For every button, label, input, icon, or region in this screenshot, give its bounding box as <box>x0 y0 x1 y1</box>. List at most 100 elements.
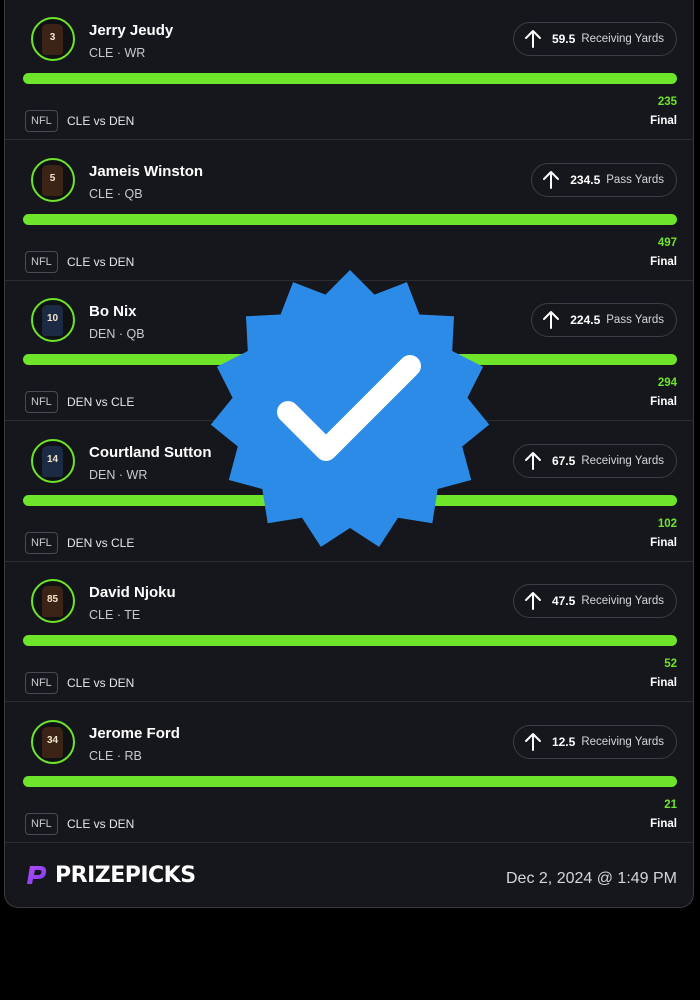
projection-line: 59.5 <box>551 32 576 46</box>
player-avatar: 34 <box>31 719 75 764</box>
projection-line: 47.5 <box>551 594 576 608</box>
player-team: CLE <box>89 608 114 622</box>
actual-stat-value: 102 <box>657 517 677 530</box>
game-matchup: CLE vs DEN <box>67 254 135 269</box>
player-avatar: 85 <box>31 579 75 623</box>
player-avatar: 3 <box>31 17 75 61</box>
league-badge: NFL <box>25 250 58 273</box>
player-avatar: 5 <box>31 157 75 202</box>
league-badge: NFL <box>25 110 58 132</box>
projection-pill[interactable]: 12.5 Receiving Yards <box>512 724 677 759</box>
verified-check-icon <box>210 270 490 547</box>
card-footer: PRIZEPICKS Dec 2, 2024 @ 1:49 PM <box>5 844 693 906</box>
separator: · <box>116 748 121 763</box>
game-matchup: CLE vs DEN <box>67 114 135 128</box>
game-status: Final <box>650 817 677 830</box>
player-position: QB <box>124 186 143 201</box>
game-matchup: DEN vs CLE <box>67 395 135 409</box>
player-position: QB <box>126 327 145 341</box>
separator: · <box>118 467 124 482</box>
pick-row[interactable]: 34 Jerome Ford CLE · RB 12.5 Receiving Y… <box>5 703 693 843</box>
prizepicks-logo: PRIZEPICKS <box>23 862 196 888</box>
player-position: WR <box>124 46 146 60</box>
arrow-up-icon <box>524 451 541 470</box>
jersey-number: 5 <box>49 172 56 184</box>
row-divider <box>5 841 693 843</box>
arrow-up-icon <box>524 592 541 610</box>
pick-row[interactable]: 3 Jerry Jeudy CLE · WR 59.5 Receiving Ya… <box>5 0 693 140</box>
projection-pill[interactable]: 47.5 Receiving Yards <box>512 584 677 618</box>
game-status: Final <box>650 255 677 268</box>
progress-bar <box>23 73 677 84</box>
player-name: Jerry Jeudy <box>89 22 174 39</box>
stat-type: Receiving Yards <box>581 33 664 45</box>
jersey-icon: 14 <box>42 445 63 477</box>
league-badge: NFL <box>25 531 58 554</box>
actual-stat-value: 497 <box>657 236 677 249</box>
projection-pill[interactable]: 59.5 Receiving Yards <box>512 22 677 56</box>
progress-bar <box>23 213 677 225</box>
stat-type: Pass Yards <box>606 173 664 186</box>
jersey-icon: 85 <box>42 586 63 617</box>
game-status: Final <box>650 396 677 408</box>
player-name: David Njoku <box>89 584 176 601</box>
actual-stat-value: 52 <box>664 658 677 670</box>
stat-type: Receiving Yards <box>581 595 664 607</box>
league-badge: NFL <box>25 391 58 413</box>
actual-stat-value: 21 <box>664 798 677 811</box>
player-team-position: DEN · WR <box>89 468 147 482</box>
player-avatar: 14 <box>31 438 75 483</box>
player-team-position: CLE · WR <box>89 46 145 60</box>
league-badge: NFL <box>25 812 58 835</box>
projection-line: 224.5 <box>570 313 601 327</box>
player-name: Bo Nix <box>89 303 137 320</box>
arrow-up-icon <box>524 30 541 48</box>
stat-type: Receiving Yards <box>581 454 664 467</box>
jersey-icon: 5 <box>42 164 63 196</box>
brand-name: PRIZEPICKS <box>55 862 196 888</box>
jersey-icon: 3 <box>42 24 63 55</box>
arrow-up-icon <box>524 732 541 751</box>
projection-pill[interactable]: 67.5 Receiving Yards <box>512 443 677 478</box>
player-position: RB <box>124 748 142 763</box>
pick-row[interactable]: 5 Jameis Winston CLE · QB 234.5 Pass Yar… <box>5 141 693 281</box>
player-team-position: CLE · RB <box>89 749 142 763</box>
jersey-number: 14 <box>46 453 59 465</box>
player-name: Jerome Ford <box>89 724 180 742</box>
player-team-position: CLE · QB <box>89 187 143 201</box>
projection-line: 12.5 <box>551 734 576 749</box>
player-position: TE <box>124 608 141 622</box>
jersey-number: 3 <box>49 32 56 43</box>
player-team: CLE <box>89 186 114 201</box>
game-matchup: CLE vs DEN <box>67 676 135 690</box>
player-name: Jameis Winston <box>89 162 204 180</box>
projection-pill[interactable]: 224.5 Pass Yards <box>531 303 677 337</box>
player-name: Courtland Sutton <box>89 443 212 461</box>
player-team: DEN <box>89 467 116 482</box>
jersey-number: 34 <box>46 734 59 746</box>
game-status: Final <box>650 115 677 127</box>
projection-pill[interactable]: 234.5 Pass Yards <box>531 162 677 197</box>
separator: · <box>116 46 121 60</box>
actual-stat-value: 235 <box>657 96 677 108</box>
arrow-up-icon <box>543 311 560 329</box>
jersey-icon: 34 <box>42 726 63 758</box>
projection-line: 234.5 <box>570 172 601 187</box>
game-matchup: DEN vs CLE <box>67 535 135 550</box>
player-team-position: DEN · QB <box>89 327 145 341</box>
player-avatar: 10 <box>31 298 75 342</box>
actual-stat-value: 294 <box>657 377 677 389</box>
arrow-up-icon <box>543 170 560 189</box>
player-team-position: CLE · TE <box>89 608 140 622</box>
game-matchup: CLE vs DEN <box>67 816 135 831</box>
entry-timestamp: Dec 2, 2024 @ 1:49 PM <box>506 870 677 887</box>
separator: · <box>118 327 124 341</box>
pick-row[interactable]: 85 David Njoku CLE · TE 47.5 Receiving Y… <box>5 562 693 702</box>
prizepicks-icon <box>27 866 47 884</box>
jersey-number: 85 <box>46 594 59 605</box>
jersey-number: 10 <box>46 313 59 324</box>
jersey-icon: 10 <box>42 305 63 336</box>
separator: · <box>116 186 121 201</box>
league-badge: NFL <box>25 672 58 694</box>
game-status: Final <box>650 536 677 549</box>
